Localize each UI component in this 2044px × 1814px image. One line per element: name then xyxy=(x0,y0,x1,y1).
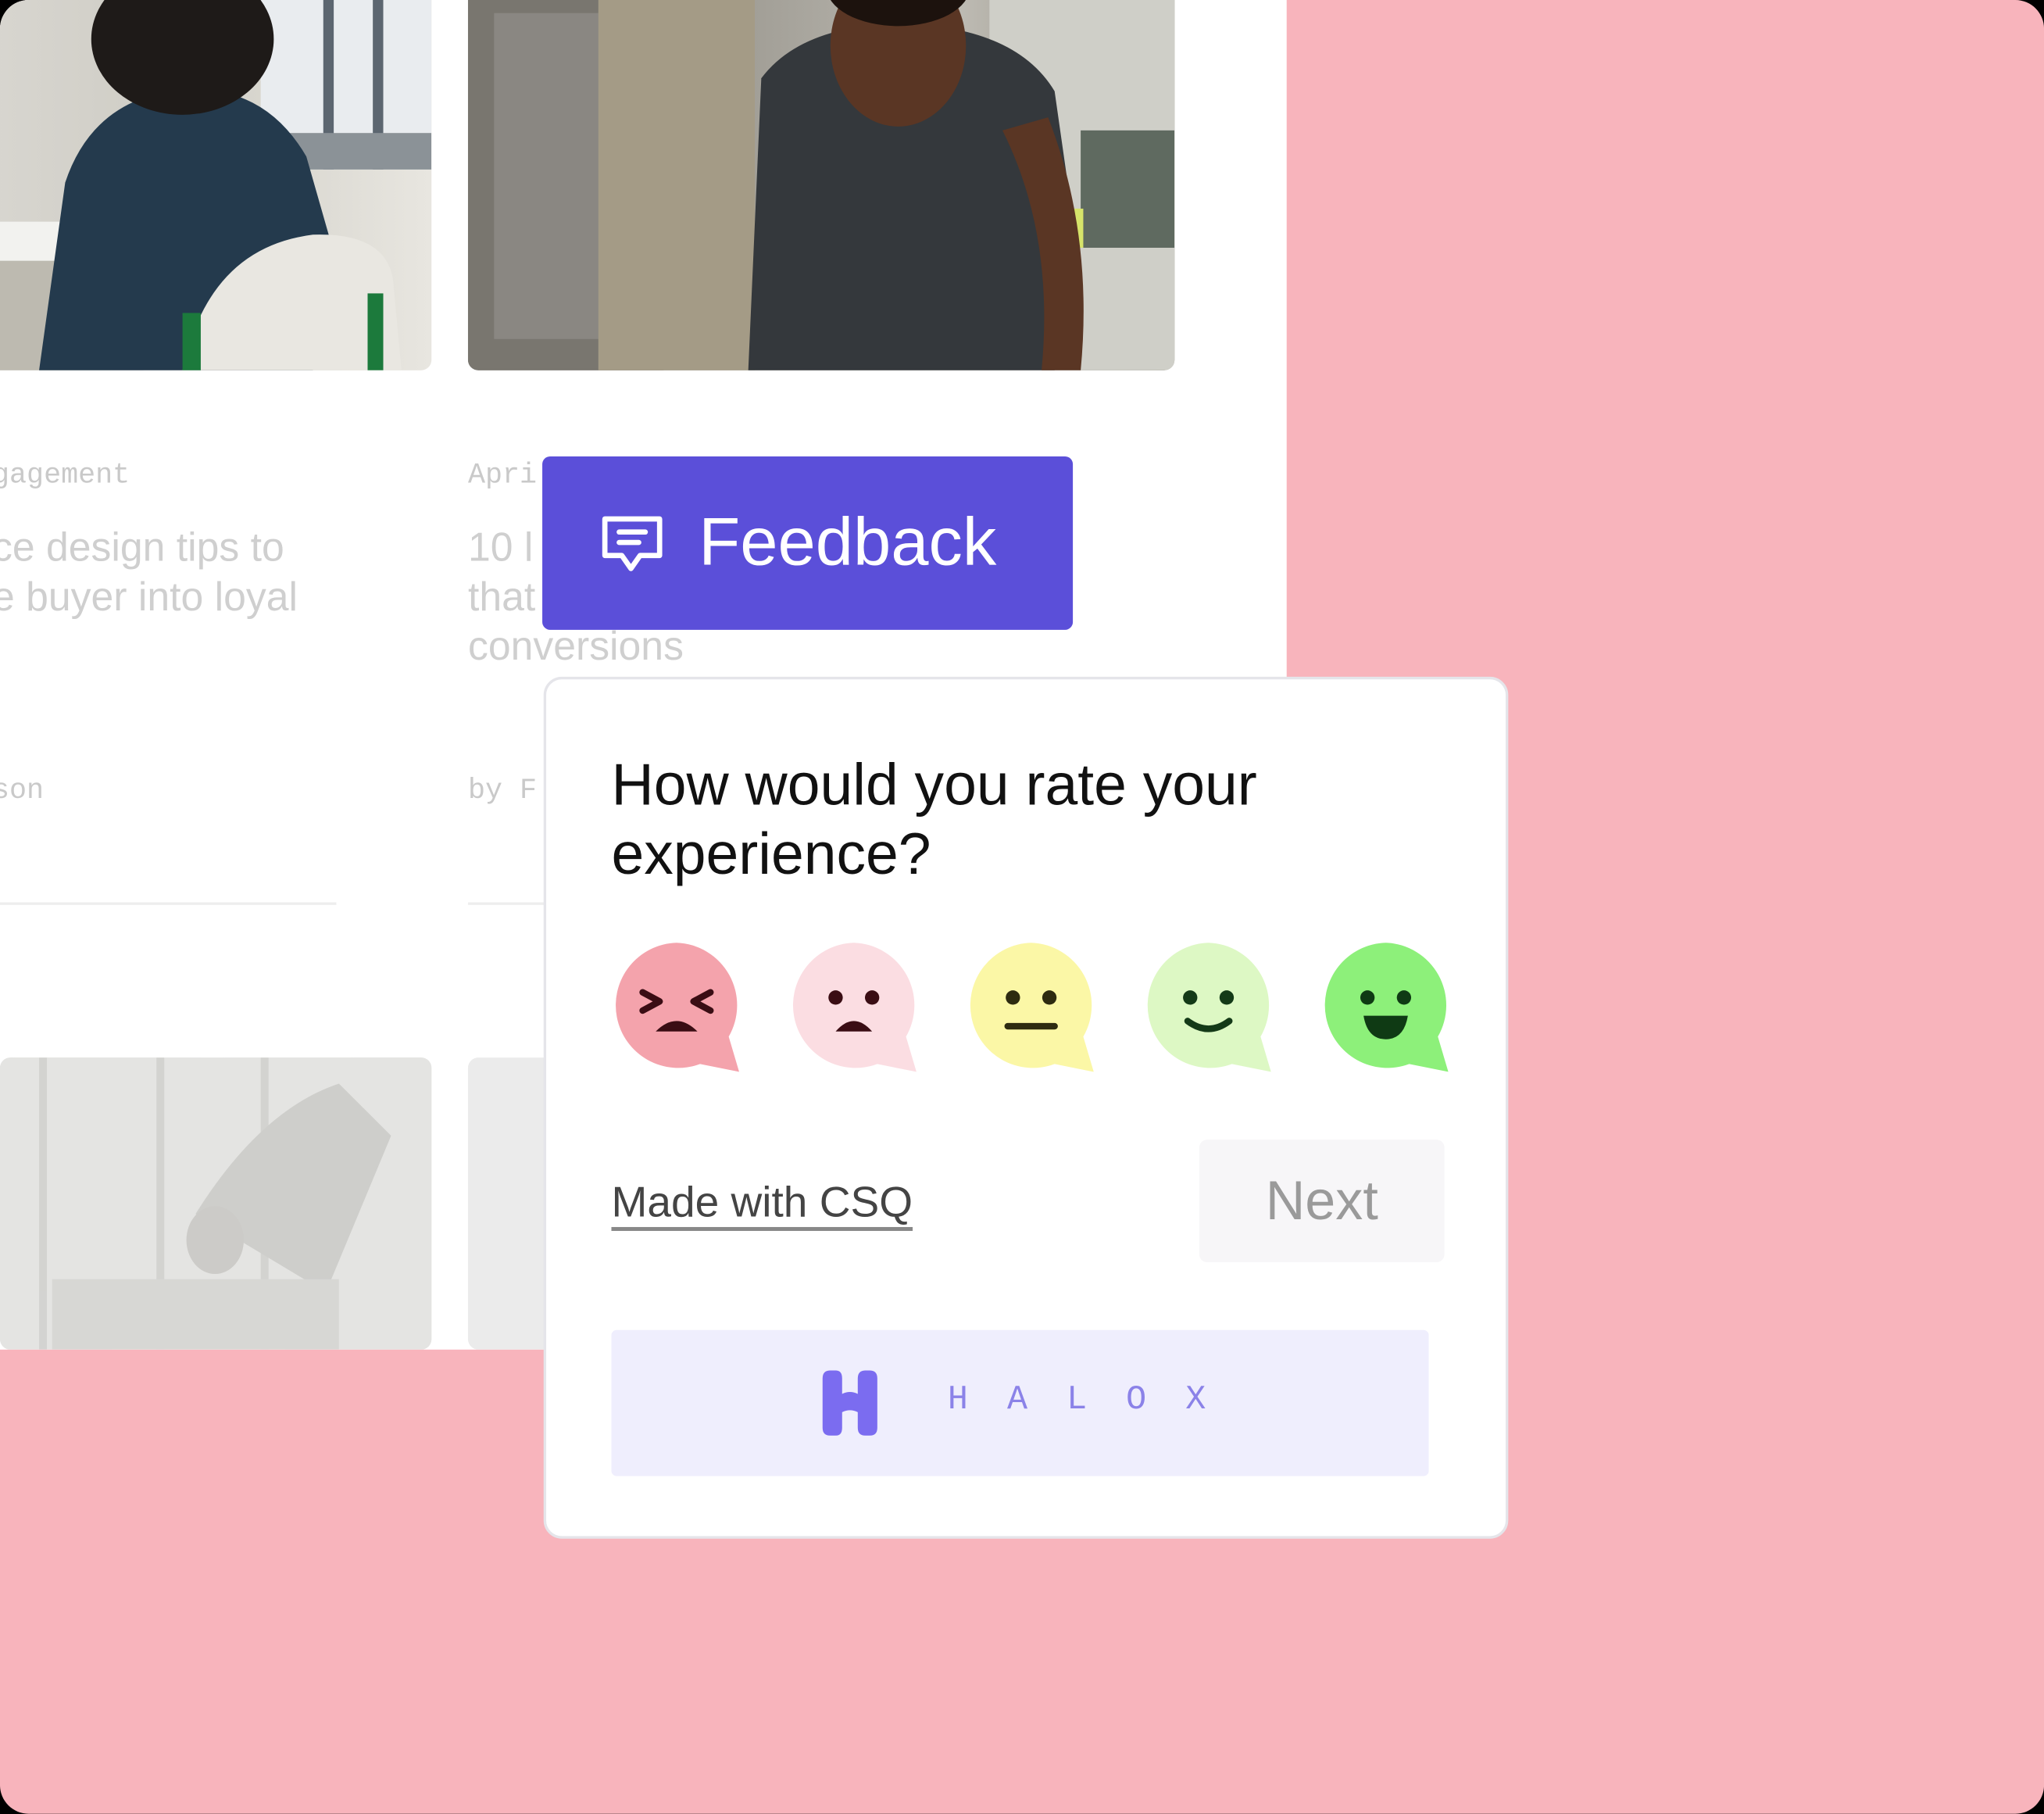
article-divider xyxy=(467,902,547,905)
rating-scale xyxy=(611,940,1451,1076)
neutral-face-icon xyxy=(970,943,1094,1072)
rating-happy-button[interactable] xyxy=(1143,940,1274,1072)
survey-card: How would you rate your experience? Made… xyxy=(543,676,1509,1539)
made-with-csq-link[interactable]: Made with CSQ xyxy=(611,1178,913,1227)
feedback-tab-label: Feedback xyxy=(699,504,997,581)
rating-very-unhappy-button[interactable] xyxy=(611,940,741,1072)
next-button[interactable]: Next xyxy=(1199,1140,1445,1263)
survey-question: How would you rate your experience? xyxy=(611,750,1257,887)
article-image-woman-at-desk[interactable] xyxy=(0,0,432,370)
smile-face-icon xyxy=(1147,943,1271,1072)
article-category: gagement xyxy=(0,459,130,492)
article-title-line[interactable]: that xyxy=(468,572,535,621)
screenshot-stage: gagement ce design tips to e buyer into … xyxy=(0,0,2044,1814)
rating-very-happy-button[interactable] xyxy=(1320,940,1451,1072)
article-title-line[interactable]: 10 l xyxy=(468,523,533,572)
sad-face-icon xyxy=(792,943,917,1072)
pink-backdrop: gagement ce design tips to e buyer into … xyxy=(0,0,2044,1814)
feedback-tab-button[interactable]: Feedback xyxy=(542,456,1074,630)
article-image-office[interactable] xyxy=(0,1057,432,1350)
halox-logo-icon xyxy=(822,1370,877,1436)
rating-neutral-button[interactable] xyxy=(966,940,1096,1072)
chat-icon xyxy=(602,516,663,571)
article-byline: by F xyxy=(467,775,538,807)
article-divider xyxy=(0,902,337,905)
brand-wordmark: HALOX xyxy=(947,1379,1245,1419)
article-image-man-looking-down[interactable] xyxy=(467,0,1175,370)
brand-banner: HALOX xyxy=(611,1329,1429,1476)
article-date: Apri xyxy=(467,459,538,492)
grin-face-icon xyxy=(1324,943,1449,1072)
article-title-line[interactable]: e buyer into loyal xyxy=(0,572,298,621)
angry-face-icon xyxy=(616,943,739,1072)
rating-unhappy-button[interactable] xyxy=(788,940,919,1072)
article-byline: son xyxy=(0,775,45,807)
article-title-line[interactable]: ce design tips to xyxy=(0,523,284,572)
